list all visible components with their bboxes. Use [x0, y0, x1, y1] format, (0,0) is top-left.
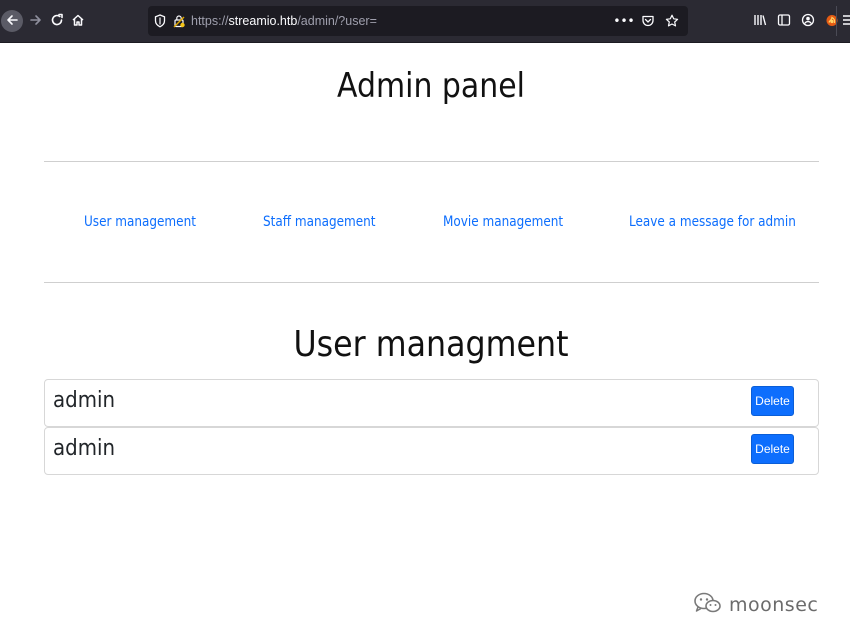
- wechat-icon: [693, 591, 723, 619]
- user-row: admin Delete: [44, 379, 819, 427]
- home-button[interactable]: [66, 9, 90, 33]
- url-scheme: https://: [191, 14, 229, 28]
- user-row: admin Delete: [44, 427, 819, 475]
- divider-bottom: [44, 282, 819, 283]
- url-text[interactable]: https://streamio.htb/admin/?user=: [191, 14, 377, 28]
- sidebar-icon[interactable]: [776, 12, 791, 28]
- browser-toolbar: https://streamio.htb/admin/?user= •••: [0, 0, 850, 43]
- nav-link-leave-message[interactable]: Leave a message for admin: [629, 214, 796, 230]
- watermark: moonsec: [693, 591, 818, 619]
- user-name: admin: [53, 388, 116, 413]
- toolbar-separator: [836, 6, 837, 36]
- url-bar-actions: •••: [613, 13, 680, 29]
- account-icon[interactable]: [800, 12, 815, 28]
- forward-icon: [29, 12, 43, 31]
- bookmark-star-icon[interactable]: [664, 13, 680, 29]
- menu-button[interactable]: [842, 12, 850, 28]
- page-title: Admin panel: [337, 66, 525, 106]
- page-actions-icon[interactable]: •••: [613, 13, 634, 29]
- lock-icon[interactable]: [172, 13, 186, 29]
- divider-top: [44, 161, 819, 162]
- toolbar-right-icons: [752, 12, 839, 28]
- delete-button[interactable]: Delete: [751, 386, 794, 416]
- pocket-icon[interactable]: [640, 13, 656, 29]
- nav-link-movie-management[interactable]: Movie management: [443, 214, 563, 230]
- hamburger-menu-icon: [842, 12, 850, 31]
- back-icon: [5, 12, 19, 31]
- watermark-text: moonsec: [729, 594, 819, 616]
- nav-link-staff-management[interactable]: Staff management: [263, 214, 376, 230]
- library-icon[interactable]: [752, 12, 767, 28]
- section-title: User managment: [293, 324, 569, 365]
- url-host: streamio.htb: [228, 14, 298, 28]
- shield-icon[interactable]: [152, 13, 168, 29]
- home-icon: [71, 12, 85, 31]
- user-name: admin: [53, 436, 116, 461]
- nav-link-user-management[interactable]: User management: [84, 214, 196, 230]
- reload-icon: [50, 12, 64, 31]
- url-path: /admin/?user=: [297, 14, 377, 28]
- url-bar[interactable]: https://streamio.htb/admin/?user= •••: [148, 6, 688, 36]
- back-button[interactable]: [1, 10, 23, 32]
- delete-button[interactable]: Delete: [751, 434, 794, 464]
